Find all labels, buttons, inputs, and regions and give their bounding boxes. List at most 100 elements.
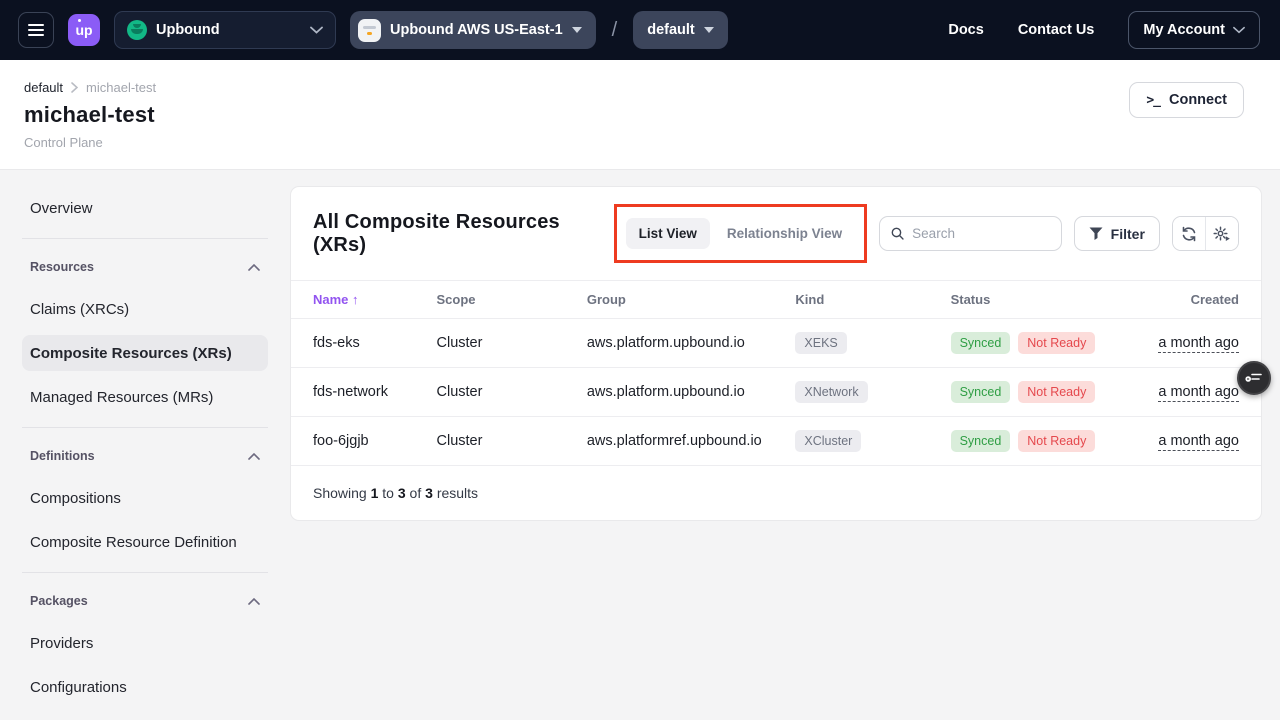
results-summary: Showing 1 to 3 of 3 results [291,466,1261,520]
namespace-name: default [647,22,695,38]
sidebar-item-overview[interactable]: Overview [22,186,268,230]
table-row[interactable]: fds-network Cluster aws.platform.upbound… [291,368,1261,417]
control-plane-select[interactable]: Upbound AWS US-East-1 [350,11,596,49]
feedback-widget-icon [1245,371,1263,385]
logo-dot [78,19,81,22]
sidebar-item-configurations[interactable]: Configurations [22,665,268,709]
sidebar-item-functions[interactable]: Functions [22,709,268,720]
chevron-up-icon [248,598,260,605]
refresh-icon [1181,226,1197,242]
funnel-icon [1089,227,1103,240]
control-plane-icon [358,19,381,42]
chevron-up-icon [248,453,260,460]
contact-us-link[interactable]: Contact Us [1018,22,1095,38]
view-toggle-container: List View Relationship View [614,204,868,263]
main-content: All Composite Resources (XRs) List View … [290,170,1280,521]
connect-button[interactable]: >_ Connect [1129,82,1244,118]
cell-group: aws.platform.upbound.io [587,319,796,368]
sidebar-item-compositions[interactable]: Compositions [22,476,268,520]
column-header-group[interactable]: Group [587,281,796,319]
sidebar-section-packages[interactable]: Packages [22,581,268,621]
auto-refresh-settings-button[interactable] [1206,217,1238,250]
table-row[interactable]: foo-6jgjb Cluster aws.platformref.upboun… [291,417,1261,466]
menu-button[interactable] [18,12,54,48]
summary-text: of [410,485,422,501]
page-body: Overview Resources Claims (XRCs) Composi… [0,170,1280,720]
composite-resources-card: All Composite Resources (XRs) List View … [290,186,1262,521]
sort-ascending-icon: ↑ [352,292,359,307]
cell-status: SyncedNot Ready [951,417,1145,466]
status-badge-synced: Synced [951,430,1011,452]
organization-select[interactable]: Upbound [114,11,336,49]
cell-created: a month ago [1145,417,1261,466]
cell-name[interactable]: fds-network [291,368,437,417]
tab-relationship-view[interactable]: Relationship View [714,218,855,249]
sidebar-item-composite-resources[interactable]: Composite Resources (XRs) [22,335,268,371]
cell-name[interactable]: fds-eks [291,319,437,368]
sidebar: Overview Resources Claims (XRCs) Composi… [0,170,290,720]
control-plane-name: Upbound AWS US-East-1 [390,22,563,38]
kind-badge: XCluster [795,430,861,452]
feedback-widget-button[interactable] [1237,361,1271,395]
topbar-nav: Docs Contact Us My Account [948,11,1260,49]
column-label: Name [313,292,348,307]
relative-time[interactable]: a month ago [1158,335,1239,353]
cell-scope: Cluster [437,368,587,417]
relative-time[interactable]: a month ago [1158,384,1239,402]
sidebar-item-composite-resource-definition[interactable]: Composite Resource Definition [22,520,268,564]
kind-badge: XEKS [795,332,846,354]
chevron-down-icon [1233,26,1245,34]
sidebar-section-definitions[interactable]: Definitions [22,436,268,476]
my-account-button[interactable]: My Account [1128,11,1260,49]
relative-time[interactable]: a month ago [1158,433,1239,451]
summary-text: to [382,485,394,501]
connect-label: Connect [1169,92,1227,108]
sidebar-section-resources[interactable]: Resources [22,247,268,287]
sidebar-item-providers[interactable]: Providers [22,621,268,665]
refresh-button[interactable] [1173,217,1205,250]
cell-kind: XEKS [795,319,950,368]
table-actions-group [1172,216,1239,251]
breadcrumb-item-default[interactable]: default [24,80,63,95]
column-header-status[interactable]: Status [951,281,1145,319]
organization-name: Upbound [156,22,301,38]
status-badge-not-ready: Not Ready [1018,332,1095,354]
logo-text: up [75,22,92,38]
cell-created: a month ago [1145,319,1261,368]
cell-name[interactable]: foo-6jgjb [291,417,437,466]
summary-text: results [437,485,478,501]
hamburger-icon [28,23,44,37]
status-badge-synced: Synced [951,381,1011,403]
tab-list-view[interactable]: List View [626,218,710,249]
view-toggle: List View Relationship View [626,218,856,249]
page-header: default michael-test michael-test Contro… [0,60,1280,170]
kind-badge: XNetwork [795,381,867,403]
search-input[interactable] [912,226,1050,241]
column-header-name[interactable]: Name ↑ [291,281,437,319]
sidebar-item-claims[interactable]: Claims (XRCs) [22,287,268,331]
table-row[interactable]: fds-eks Cluster aws.platform.upbound.io … [291,319,1261,368]
upbound-logo[interactable]: up [68,14,100,46]
docs-link[interactable]: Docs [948,22,983,38]
column-header-scope[interactable]: Scope [437,281,587,319]
my-account-label: My Account [1143,22,1225,38]
sidebar-divider [22,238,268,239]
composite-resources-table: Name ↑ Scope Group Kind Status Created f… [291,280,1261,466]
breadcrumb-item-current: michael-test [86,80,156,95]
search-icon [891,226,904,241]
section-label: Resources [30,260,94,274]
sidebar-item-managed-resources[interactable]: Managed Resources (MRs) [22,375,268,419]
column-header-created[interactable]: Created [1145,281,1261,319]
cell-group: aws.platformref.upbound.io [587,417,796,466]
section-label: Packages [30,594,88,608]
card-title: All Composite Resources (XRs) [313,211,602,257]
status-badge-synced: Synced [951,332,1011,354]
column-header-kind[interactable]: Kind [795,281,950,319]
summary-total: 3 [425,485,433,501]
page-title: michael-test [24,102,1244,128]
cell-status: SyncedNot Ready [951,368,1145,417]
breadcrumb-slash: / [612,19,618,42]
namespace-select[interactable]: default [633,11,728,49]
filter-button[interactable]: Filter [1074,216,1160,251]
terminal-icon: >_ [1146,93,1160,108]
